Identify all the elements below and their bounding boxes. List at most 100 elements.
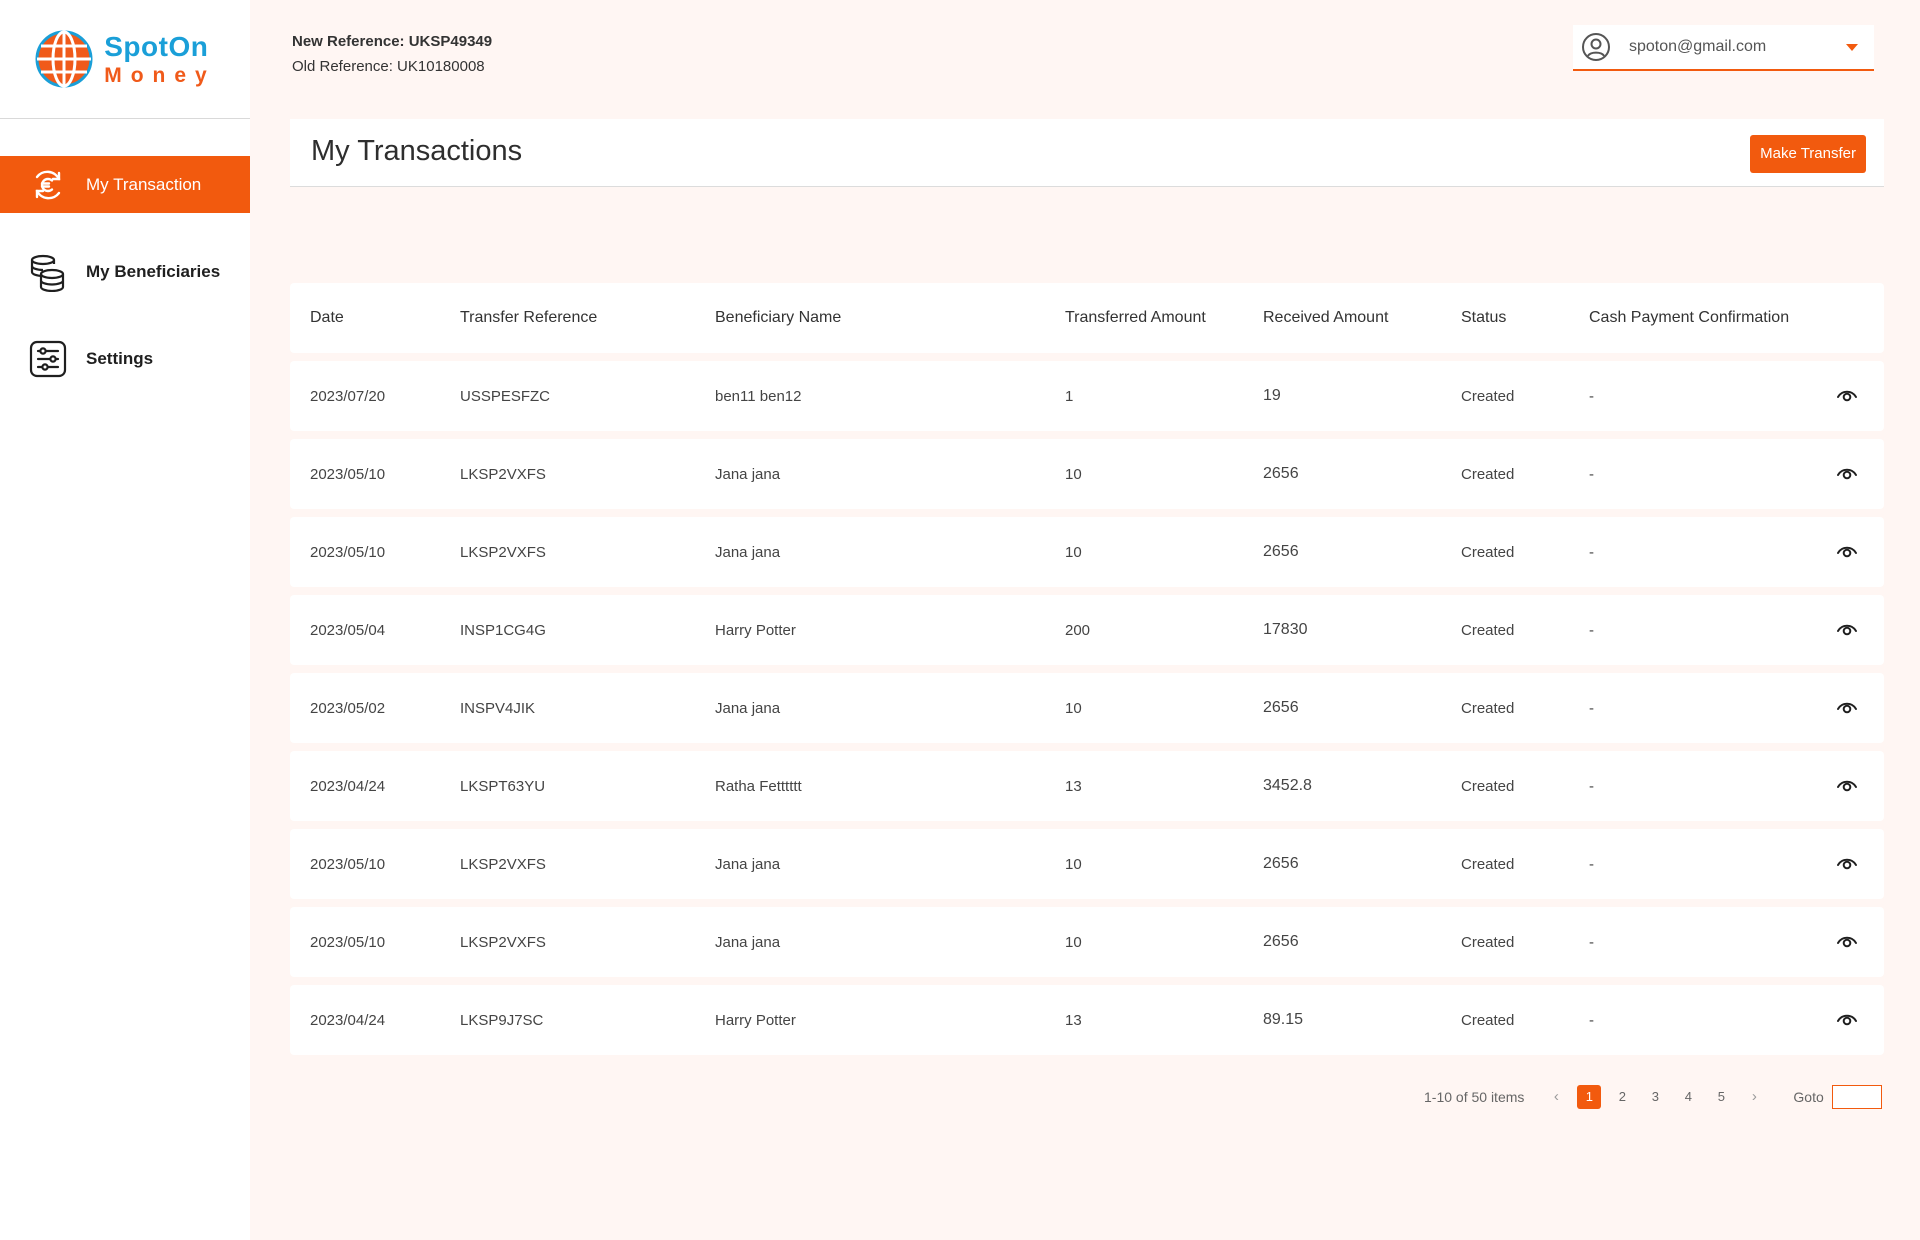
cell-received-amount: 2656	[1263, 465, 1299, 482]
make-transfer-button[interactable]: Make Transfer	[1750, 135, 1866, 173]
page-button-5[interactable]: 5	[1709, 1085, 1733, 1109]
view-eye-icon[interactable]	[1836, 699, 1858, 717]
cell-cash-payment-confirmation: -	[1589, 933, 1594, 951]
cell-received-amount: 2656	[1263, 855, 1299, 872]
table-row: 2023/04/24 LKSPT63YU Ratha Fetttttt 13 3452.…	[290, 751, 1884, 821]
cell-received-amount: 17830	[1263, 621, 1308, 638]
table-row: 2023/05/10 LKSP2VXFS Jana jana 10 2656 Create…	[290, 907, 1884, 977]
view-eye-icon[interactable]	[1836, 387, 1858, 405]
cell-cash-payment-confirmation: -	[1589, 621, 1594, 639]
view-eye-icon[interactable]	[1836, 465, 1858, 483]
pagination: 1-10 of 50 items ‹ 1 2 3 4 5 › Goto	[1424, 1084, 1882, 1110]
sidebar: SpotOn Money My Transaction My Beneficia…	[0, 0, 250, 1240]
column-header-transfer-reference: Transfer Reference	[460, 309, 598, 326]
user-avatar-icon	[1582, 33, 1610, 61]
column-header-received-amount: Received Amount	[1263, 309, 1389, 326]
cell-transferred-amount: 200	[1065, 621, 1091, 639]
view-eye-icon[interactable]	[1836, 1011, 1858, 1029]
cell-date: 2023/05/10	[310, 933, 386, 951]
cell-received-amount: 89.15	[1263, 1011, 1304, 1028]
table-row: 2023/05/10 LKSP2VXFS Jana jana 10 2656 Create…	[290, 439, 1884, 509]
cell-date: 2023/05/10	[310, 543, 386, 561]
logo[interactable]: SpotOn Money	[0, 0, 250, 119]
goto-page-input[interactable]	[1831, 1085, 1882, 1109]
cell-transferred-amount: 10	[1065, 699, 1082, 717]
cell-beneficiary-name: Jana jana	[715, 933, 781, 951]
cell-transfer-reference: USSPESFZC	[460, 387, 551, 405]
cell-received-amount: 19	[1263, 387, 1281, 404]
sidebar-item-my-beneficiaries[interactable]: My Beneficiaries	[0, 243, 250, 300]
cell-beneficiary-name: Jana jana	[715, 543, 781, 561]
sidebar-item-label: My Beneficiaries	[86, 261, 221, 281]
new-reference: New Reference: UKSP49349	[292, 33, 493, 50]
cell-transferred-amount: 1	[1065, 387, 1074, 405]
cell-status: Created	[1461, 465, 1515, 483]
view-eye-icon[interactable]	[1836, 777, 1858, 795]
cell-status: Created	[1461, 621, 1515, 639]
cell-received-amount: 2656	[1263, 543, 1299, 560]
column-header-cash-payment-confirmation: Cash Payment Confirmation	[1589, 309, 1790, 326]
cell-transfer-reference: INSPV4JIK	[460, 699, 536, 717]
page-button-3[interactable]: 3	[1643, 1085, 1667, 1109]
cell-status: Created	[1461, 933, 1515, 951]
cell-date: 2023/04/24	[310, 1011, 386, 1029]
cell-status: Created	[1461, 387, 1515, 405]
cell-transferred-amount: 13	[1065, 1011, 1082, 1029]
view-eye-icon[interactable]	[1836, 543, 1858, 561]
page-button-2[interactable]: 2	[1610, 1085, 1634, 1109]
cell-transferred-amount: 10	[1065, 543, 1082, 561]
cell-cash-payment-confirmation: -	[1589, 387, 1594, 405]
sliders-icon	[28, 339, 68, 379]
page-button-4[interactable]: 4	[1676, 1085, 1700, 1109]
cell-beneficiary-name: ben11 ben12	[715, 387, 802, 405]
view-eye-icon[interactable]	[1836, 933, 1858, 951]
reference-info: New Reference: UKSP49349 Old Reference: …	[292, 29, 492, 79]
cell-cash-payment-confirmation: -	[1589, 699, 1594, 717]
table-row: 2023/04/24 LKSP9J7SC Harry Potter 13 89.15 Cr…	[290, 985, 1884, 1055]
view-eye-icon[interactable]	[1836, 855, 1858, 873]
cell-status: Created	[1461, 777, 1515, 795]
sidebar-item-settings[interactable]: Settings	[0, 330, 250, 387]
cell-status: Created	[1461, 543, 1515, 561]
next-page-icon[interactable]: ›	[1742, 1085, 1766, 1109]
cell-transfer-reference: LKSP2VXFS	[460, 543, 546, 561]
cell-status: Created	[1461, 855, 1515, 873]
cell-transfer-reference: INSP1CG4G	[460, 621, 546, 639]
cell-transfer-reference: LKSP2VXFS	[460, 465, 546, 483]
old-reference: Old Reference: UK10180008	[292, 58, 485, 75]
user-account-dropdown[interactable]: spoton@gmail.com	[1573, 25, 1874, 71]
cell-beneficiary-name: Harry Potter	[715, 1011, 796, 1029]
cell-date: 2023/05/04	[310, 621, 386, 639]
sidebar-item-label: Settings	[86, 348, 154, 368]
cell-beneficiary-name: Jana jana	[715, 699, 781, 717]
table-row: 2023/05/04 INSP1CG4G Harry Potter 200 17830 C…	[290, 595, 1884, 665]
cell-received-amount: 2656	[1263, 933, 1299, 950]
chevron-down-icon	[1846, 43, 1858, 51]
page-title: My Transactions	[311, 135, 523, 167]
page-button-1[interactable]: 1	[1577, 1085, 1602, 1109]
cell-cash-payment-confirmation: -	[1589, 777, 1594, 795]
brand-name-top: SpotOn	[104, 30, 209, 62]
column-header-beneficiary-name: Beneficiary Name	[715, 309, 842, 326]
user-email: spoton@gmail.com	[1629, 38, 1767, 55]
cell-transfer-reference: LKSP2VXFS	[460, 933, 546, 951]
cell-received-amount: 3452.8	[1263, 777, 1312, 794]
table-row: 2023/05/10 LKSP2VXFS Jana jana 10 2656 Create…	[290, 517, 1884, 587]
sidebar-item-label: My Transaction	[86, 174, 202, 194]
table-row: 2023/05/10 LKSP2VXFS Jana jana 10 2656 Create…	[290, 829, 1884, 899]
prev-page-icon[interactable]: ‹	[1544, 1085, 1568, 1109]
sidebar-item-my-transaction[interactable]: My Transaction	[0, 156, 250, 213]
cell-beneficiary-name: Jana jana	[715, 855, 781, 873]
cell-status: Created	[1461, 699, 1515, 717]
cell-transfer-reference: LKSPT63YU	[460, 777, 546, 795]
coins-stack-icon	[28, 252, 68, 292]
cell-beneficiary-name: Jana jana	[715, 465, 781, 483]
table-row: 2023/05/02 INSPV4JIK Jana jana 10 2656 Create…	[290, 673, 1884, 743]
column-header-status: Status	[1461, 309, 1507, 326]
cell-date: 2023/07/20	[310, 387, 386, 405]
cell-transferred-amount: 13	[1065, 777, 1082, 795]
view-eye-icon[interactable]	[1836, 621, 1858, 639]
cell-cash-payment-confirmation: -	[1589, 855, 1594, 873]
cell-transferred-amount: 10	[1065, 465, 1082, 483]
euro-exchange-icon	[28, 165, 68, 205]
